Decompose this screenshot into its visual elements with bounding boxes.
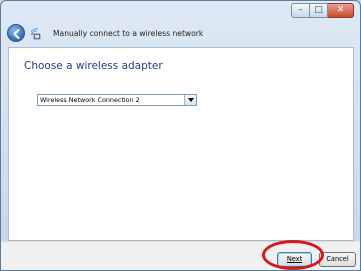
maximize-button[interactable]: □	[310, 3, 328, 18]
chevron-down-icon	[188, 98, 194, 102]
wizard-window: – □ ✕ Manually connect to a wireless net…	[0, 0, 361, 271]
back-arrow-icon	[13, 29, 20, 39]
back-button[interactable]	[7, 24, 25, 42]
wizard-title: Manually connect to a wireless network	[53, 29, 204, 38]
dropdown-button[interactable]	[184, 95, 196, 105]
wireless-adapter-dropdown[interactable]: Wireless Network Connection 2	[37, 94, 197, 106]
wireless-network-icon	[30, 28, 41, 40]
adapter-selected-value: Wireless Network Connection 2	[40, 96, 140, 104]
page-heading: Choose a wireless adapter	[24, 60, 163, 72]
title-bar: – □ ✕	[1, 1, 360, 21]
wizard-nav-bar: Manually connect to a wireless network	[1, 21, 360, 47]
wizard-content: Choose a wireless adapter Wireless Netwo…	[8, 47, 354, 241]
caption-buttons: – □ ✕	[291, 3, 354, 18]
minimize-button[interactable]: –	[291, 3, 310, 18]
close-button[interactable]: ✕	[328, 3, 354, 18]
highlight-circle	[262, 240, 324, 270]
cancel-button[interactable]: Cancel	[319, 252, 356, 267]
